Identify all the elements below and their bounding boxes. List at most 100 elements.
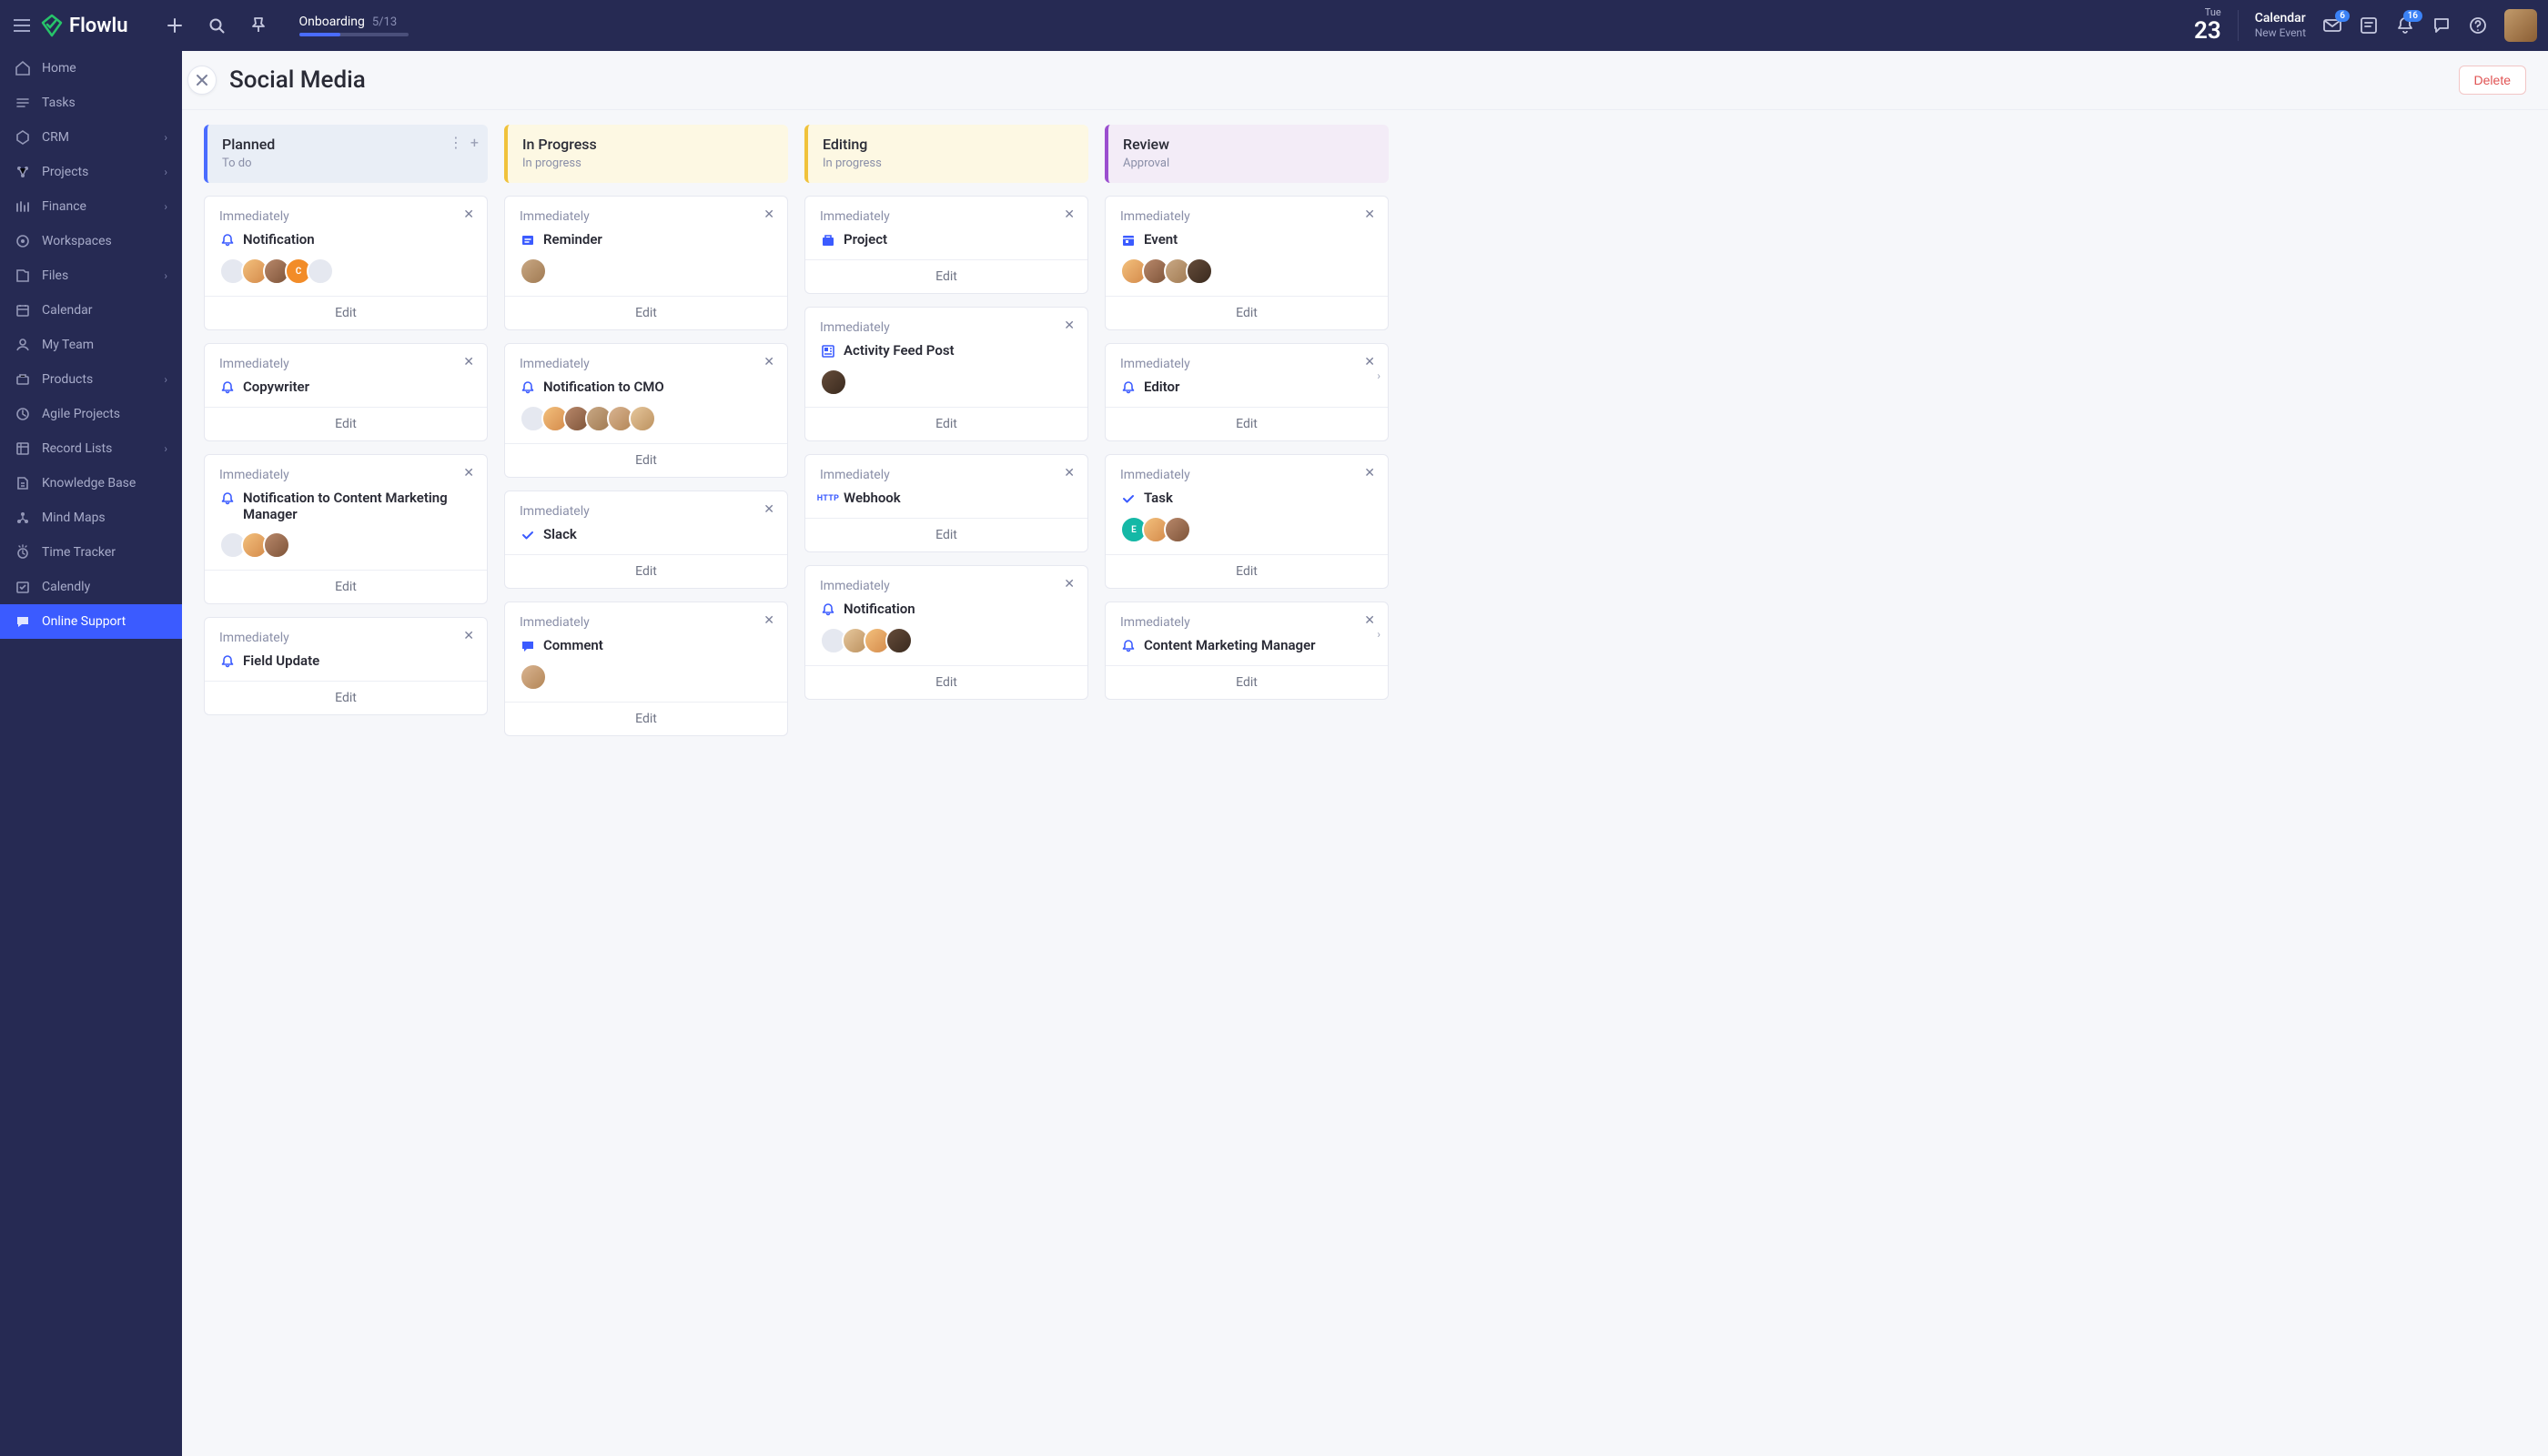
sidebar-item-projects[interactable]: Projects› bbox=[0, 155, 182, 189]
notes-icon[interactable] bbox=[2359, 15, 2379, 35]
card[interactable]: ✕ImmediatelyActivity Feed PostEdit bbox=[804, 307, 1088, 441]
card-close-icon[interactable]: ✕ bbox=[1064, 318, 1075, 333]
card-edit-button[interactable]: Edit bbox=[205, 407, 487, 440]
card-close-icon[interactable]: ✕ bbox=[463, 355, 474, 369]
column-header[interactable]: PlannedTo do⋮+ bbox=[204, 125, 488, 183]
sidebar-item-online-support[interactable]: Online Support bbox=[0, 604, 182, 639]
sidebar-item-time-tracker[interactable]: Time Tracker bbox=[0, 535, 182, 570]
card-close-icon[interactable]: ✕ bbox=[1064, 207, 1075, 222]
card-members bbox=[820, 627, 1073, 654]
sidebar-item-finance[interactable]: Finance› bbox=[0, 189, 182, 224]
member-avatar[interactable] bbox=[520, 258, 547, 285]
member-avatar[interactable] bbox=[1164, 516, 1191, 543]
sidebar-item-workspaces[interactable]: Workspaces bbox=[0, 224, 182, 258]
card-edit-button[interactable]: Edit bbox=[505, 443, 787, 477]
card[interactable]: ✕ImmediatelySlackEdit bbox=[504, 490, 788, 589]
card-close-icon[interactable]: ✕ bbox=[763, 355, 774, 369]
card-close-icon[interactable]: ✕ bbox=[1064, 577, 1075, 592]
card-close-icon[interactable]: ✕ bbox=[1064, 466, 1075, 480]
search-icon[interactable] bbox=[207, 15, 227, 35]
card-title: Content Marketing Manager bbox=[1144, 637, 1316, 653]
sidebar-item-tasks[interactable]: Tasks bbox=[0, 86, 182, 120]
card-title: Notification bbox=[243, 231, 315, 248]
member-avatar[interactable] bbox=[520, 663, 547, 691]
close-page-button[interactable] bbox=[187, 66, 217, 95]
member-avatar[interactable] bbox=[820, 369, 847, 396]
bell-icon[interactable]: 16 bbox=[2395, 15, 2415, 35]
add-icon[interactable] bbox=[165, 15, 185, 35]
card-close-icon[interactable]: ✕ bbox=[1364, 207, 1375, 222]
help-icon[interactable] bbox=[2468, 15, 2488, 35]
column-menu-icon[interactable]: ⋮ bbox=[449, 134, 463, 151]
card[interactable]: ✕ImmediatelyHTTPWebhookEdit bbox=[804, 454, 1088, 552]
member-avatar[interactable] bbox=[263, 531, 290, 559]
card-edit-button[interactable]: Edit bbox=[205, 681, 487, 714]
card[interactable]: ✕ImmediatelyProjectEdit bbox=[804, 196, 1088, 294]
card[interactable]: ✕ImmediatelyField UpdateEdit bbox=[204, 617, 488, 715]
pin-icon[interactable] bbox=[248, 15, 268, 35]
menu-toggle-icon[interactable] bbox=[11, 15, 33, 36]
card-edit-button[interactable]: Edit bbox=[205, 570, 487, 603]
card-close-icon[interactable]: ✕ bbox=[1364, 613, 1375, 628]
sidebar-item-files[interactable]: Files› bbox=[0, 258, 182, 293]
onboarding-widget[interactable]: Onboarding 5/13 bbox=[299, 15, 409, 36]
member-avatar[interactable] bbox=[307, 258, 334, 285]
card-close-icon[interactable]: ✕ bbox=[463, 466, 474, 480]
card[interactable]: ✕ImmediatelyContent Marketing Manager›Ed… bbox=[1105, 602, 1389, 700]
card[interactable]: ✕ImmediatelyReminderEdit bbox=[504, 196, 788, 330]
card-edit-button[interactable]: Edit bbox=[505, 554, 787, 588]
card-edit-button[interactable]: Edit bbox=[805, 407, 1087, 440]
card-edit-button[interactable]: Edit bbox=[1106, 407, 1388, 440]
card-edit-button[interactable]: Edit bbox=[805, 518, 1087, 551]
card[interactable]: ✕ImmediatelyNotification to Content Mark… bbox=[204, 454, 488, 604]
card-edit-button[interactable]: Edit bbox=[805, 665, 1087, 699]
sidebar-item-crm[interactable]: CRM› bbox=[0, 120, 182, 155]
app-logo[interactable]: Flowlu bbox=[40, 14, 128, 37]
card[interactable]: ✕ImmediatelyCommentEdit bbox=[504, 602, 788, 736]
card-close-icon[interactable]: ✕ bbox=[1364, 466, 1375, 480]
mail-icon[interactable]: 6 bbox=[2322, 15, 2342, 35]
chat-icon[interactable] bbox=[2432, 15, 2452, 35]
sidebar-item-my-team[interactable]: My Team bbox=[0, 328, 182, 362]
member-avatar[interactable] bbox=[885, 627, 913, 654]
card-edit-button[interactable]: Edit bbox=[205, 296, 487, 329]
card-close-icon[interactable]: ✕ bbox=[463, 207, 474, 222]
sidebar-item-calendly[interactable]: Calendly bbox=[0, 570, 182, 604]
sidebar-item-home[interactable]: Home bbox=[0, 51, 182, 86]
member-avatar[interactable] bbox=[1186, 258, 1213, 285]
calendar-widget[interactable]: Calendar New Event bbox=[2255, 11, 2306, 39]
card-close-icon[interactable]: ✕ bbox=[763, 207, 774, 222]
card-edit-button[interactable]: Edit bbox=[505, 702, 787, 735]
card[interactable]: ✕ImmediatelyNotificationCEdit bbox=[204, 196, 488, 330]
card-close-icon[interactable]: ✕ bbox=[1364, 355, 1375, 369]
column-add-icon[interactable]: + bbox=[470, 134, 479, 151]
sidebar-item-calendar[interactable]: Calendar bbox=[0, 293, 182, 328]
card[interactable]: ✕ImmediatelyTaskEEdit bbox=[1105, 454, 1389, 589]
card[interactable]: ✕ImmediatelyNotification to CMOEdit bbox=[504, 343, 788, 478]
date-widget[interactable]: Tue 23 bbox=[2194, 7, 2221, 45]
card-edit-button[interactable]: Edit bbox=[1106, 665, 1388, 699]
card-edit-button[interactable]: Edit bbox=[1106, 554, 1388, 588]
delete-button[interactable]: Delete bbox=[2459, 66, 2526, 95]
column-header[interactable]: ReviewApproval bbox=[1105, 125, 1389, 183]
card-edit-button[interactable]: Edit bbox=[505, 296, 787, 329]
member-avatar[interactable] bbox=[629, 405, 656, 432]
sidebar-item-agile-projects[interactable]: Agile Projects bbox=[0, 397, 182, 431]
sidebar-item-mind-maps[interactable]: Mind Maps bbox=[0, 500, 182, 535]
sidebar-item-products[interactable]: Products› bbox=[0, 362, 182, 397]
card-edit-button[interactable]: Edit bbox=[1106, 296, 1388, 329]
card[interactable]: ✕ImmediatelyEventEdit bbox=[1105, 196, 1389, 330]
card-close-icon[interactable]: ✕ bbox=[463, 629, 474, 643]
sidebar-item-knowledge-base[interactable]: Knowledge Base bbox=[0, 466, 182, 500]
card[interactable]: ✕ImmediatelyEditor›Edit bbox=[1105, 343, 1389, 441]
card-edit-button[interactable]: Edit bbox=[805, 259, 1087, 293]
card[interactable]: ✕ImmediatelyNotificationEdit bbox=[804, 565, 1088, 700]
column-header[interactable]: EditingIn progress bbox=[804, 125, 1088, 183]
user-avatar[interactable] bbox=[2504, 9, 2537, 42]
sidebar-item-record-lists[interactable]: Record Lists› bbox=[0, 431, 182, 466]
column-cards: ✕ImmediatelyReminderEdit✕ImmediatelyNoti… bbox=[504, 196, 788, 763]
column-header[interactable]: In ProgressIn progress bbox=[504, 125, 788, 183]
card-close-icon[interactable]: ✕ bbox=[763, 613, 774, 628]
card-close-icon[interactable]: ✕ bbox=[763, 502, 774, 517]
card[interactable]: ✕ImmediatelyCopywriterEdit bbox=[204, 343, 488, 441]
